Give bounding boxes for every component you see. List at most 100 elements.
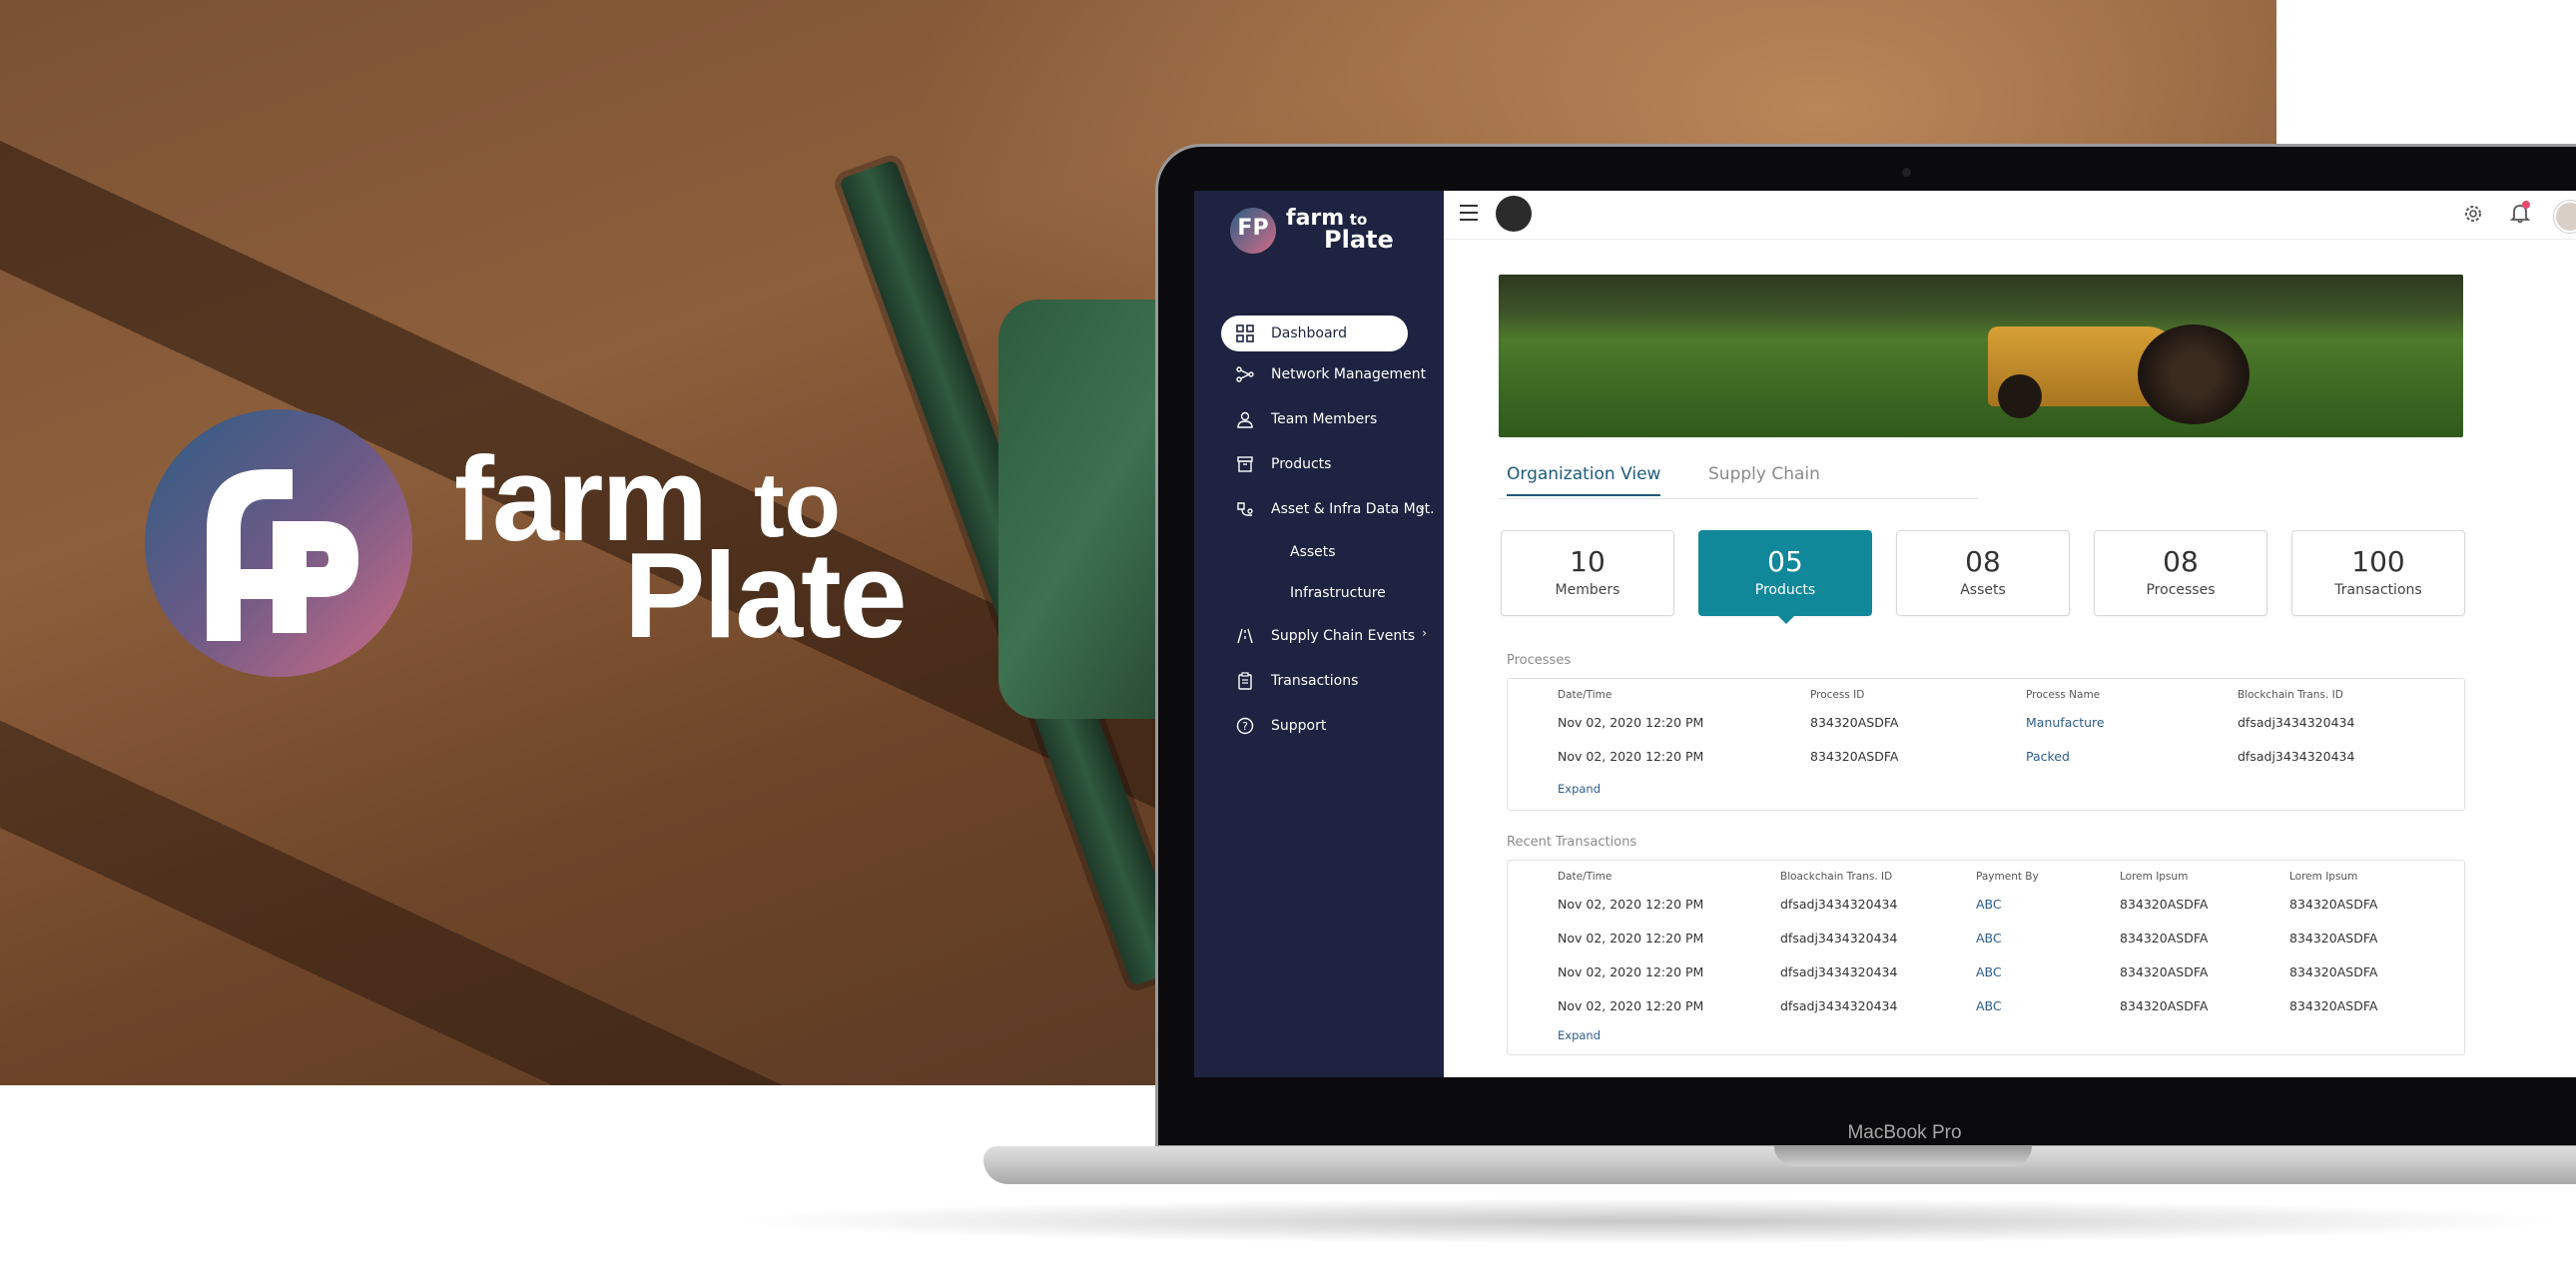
laptop-notch xyxy=(1774,1146,2032,1166)
camera-icon xyxy=(1902,168,1911,177)
table-cell: 834320ASDFA xyxy=(2289,998,2378,1013)
stat-value: 08 xyxy=(2163,545,2199,578)
sidebar-item-network-management[interactable]: Network Management xyxy=(1194,351,1444,396)
table-cell: dfsadj3434320434 xyxy=(1780,897,1898,912)
road-icon xyxy=(1234,625,1256,647)
stat-value: 10 xyxy=(1570,545,1606,578)
table-cell: Nov 02, 2020 12:20 PM xyxy=(1558,931,1704,946)
app-screen: FP farm to Plate Dashboard Network Manag… xyxy=(1194,191,2576,1077)
table-cell: 834320ASDFA xyxy=(2120,998,2209,1013)
hero-logo xyxy=(145,409,412,677)
payment-by-link[interactable]: ABC xyxy=(1976,931,2002,946)
column-header: Process ID xyxy=(1810,689,1865,701)
table-cell: 834320ASDFA xyxy=(2120,964,2209,979)
processes-expand-link[interactable]: Expand xyxy=(1558,782,1601,796)
sidebar-item-label: Transactions xyxy=(1271,672,1359,689)
sidebar-item-label: Products xyxy=(1271,455,1332,472)
sidebar-item-supply-chain-events[interactable]: Supply Chain Events › xyxy=(1194,613,1444,658)
table-cell: dfsadj3434320434 xyxy=(1780,931,1898,946)
sidebar-nav: Dashboard Network Management Team Member… xyxy=(1194,316,1444,748)
column-header: Date/Time xyxy=(1558,871,1612,883)
table-cell: dfsadj3434320434 xyxy=(2238,715,2355,730)
sidebar-item-dashboard[interactable]: Dashboard xyxy=(1221,316,1408,351)
chevron-right-icon[interactable]: › xyxy=(1422,626,1427,640)
sidebar-item-label: Support xyxy=(1271,717,1327,734)
table-cell: 834320ASDFA xyxy=(2120,897,2209,912)
tractor-rear-wheel xyxy=(2138,324,2250,424)
sidebar-subitem-assets[interactable]: Assets xyxy=(1194,531,1444,572)
svg-text:?: ? xyxy=(1242,720,1248,733)
grid-icon xyxy=(1234,322,1256,344)
sidebar-item-label: Supply Chain Events xyxy=(1271,627,1415,644)
fp-logo-mark-icon xyxy=(207,469,358,641)
stat-card-transactions[interactable]: 100 Transactions xyxy=(2291,530,2465,616)
sidebar-item-label: Network Management xyxy=(1271,365,1427,382)
sidebar-item-label: Asset & Infra Data Mgt. xyxy=(1271,500,1435,517)
process-name-link[interactable]: Packed xyxy=(2026,749,2070,764)
column-header: Lorem Ipsum xyxy=(2120,871,2189,883)
hero-word-plate: Plate xyxy=(624,527,908,663)
stat-label: Members xyxy=(1555,582,1620,598)
sidebar-item-products[interactable]: Products xyxy=(1194,441,1444,486)
transactions-expand-link[interactable]: Expand xyxy=(1558,1028,1601,1042)
tractor-front-wheel xyxy=(1998,374,2042,418)
sidebar-item-team-members[interactable]: Team Members xyxy=(1194,396,1444,441)
organization-avatar[interactable] xyxy=(1496,196,1532,232)
box-icon xyxy=(1234,453,1256,475)
table-cell: dfsadj3434320434 xyxy=(1780,964,1898,979)
sidebar-subitem-label: Assets xyxy=(1290,543,1336,560)
laptop-brand-label: MacBook Pro xyxy=(1847,1122,1962,1143)
table-cell: Nov 02, 2020 12:20 PM xyxy=(1558,715,1704,730)
view-tabs: Organization View Supply Chain xyxy=(1499,460,1978,499)
stat-label: Processes xyxy=(2146,582,2216,598)
table-cell: 834320ASDFA xyxy=(2289,964,2378,979)
payment-by-link[interactable]: ABC xyxy=(1976,897,2002,912)
transactions-table: Date/Time Bloackchain Trans. ID Payment … xyxy=(1507,860,2465,1055)
notification-badge xyxy=(2522,201,2530,209)
hamburger-menu-icon[interactable] xyxy=(1460,205,1478,221)
sidebar-item-label: Team Members xyxy=(1271,410,1378,427)
table-cell: 834320ASDFA xyxy=(1810,749,1899,764)
gear-icon[interactable] xyxy=(2462,203,2484,230)
sidebar-item-transactions[interactable]: Transactions xyxy=(1194,658,1444,703)
column-header: Blockchain Trans. ID xyxy=(2238,689,2343,701)
sidebar-subitem-infrastructure[interactable]: Infrastructure xyxy=(1194,572,1444,613)
table-cell: dfsadj3434320434 xyxy=(2238,749,2355,764)
sidebar: FP farm to Plate Dashboard Network Manag… xyxy=(1194,191,1444,1077)
sidebar-item-support[interactable]: ? Support xyxy=(1194,703,1444,748)
sidebar-item-label: Dashboard xyxy=(1271,325,1347,341)
stat-card-products[interactable]: 05 Products xyxy=(1698,530,1872,624)
payment-by-link[interactable]: ABC xyxy=(1976,998,2002,1013)
tab-supply-chain[interactable]: Supply Chain xyxy=(1708,464,1820,494)
stat-card-processes[interactable]: 08 Processes xyxy=(2094,530,2267,616)
stat-cards: 10 Members 05 Products 08 Assets 08 Proc… xyxy=(1501,530,2465,624)
process-name-link[interactable]: Manufacture xyxy=(2026,715,2105,730)
tab-organization-view[interactable]: Organization View xyxy=(1507,464,1661,496)
stat-label: Assets xyxy=(1960,582,2006,598)
table-cell: 834320ASDFA xyxy=(2120,931,2209,946)
chevron-down-icon[interactable]: ⌄ xyxy=(1417,499,1427,513)
sidebar-logo-icon[interactable]: FP xyxy=(1230,208,1276,254)
stat-label: Transactions xyxy=(2334,582,2422,598)
sidebar-brand-wordmark: farm to Plate xyxy=(1286,208,1394,253)
stat-card-assets[interactable]: 08 Assets xyxy=(1896,530,2070,616)
user-avatar[interactable] xyxy=(2554,201,2576,233)
table-cell: Nov 02, 2020 12:20 PM xyxy=(1558,964,1704,979)
sidebar-logo-letters: FP xyxy=(1237,216,1269,241)
payment-by-link[interactable]: ABC xyxy=(1976,964,2002,979)
hero-wordmark: farm to Plate xyxy=(454,439,954,656)
column-header: Process Name xyxy=(2026,689,2101,701)
processes-section-title: Processes xyxy=(1507,653,1572,668)
stat-value: 08 xyxy=(1965,545,2001,578)
stat-label: Products xyxy=(1754,582,1816,598)
table-cell: Nov 02, 2020 12:20 PM xyxy=(1558,897,1704,912)
transactions-section-title: Recent Transactions xyxy=(1507,835,1637,850)
sidebar-item-asset-infra[interactable]: Asset & Infra Data Mgt. ⌄ xyxy=(1194,486,1444,531)
stat-card-members[interactable]: 10 Members xyxy=(1501,530,1674,616)
table-cell: Nov 02, 2020 12:20 PM xyxy=(1558,749,1704,764)
column-header: Date/Time xyxy=(1558,689,1612,701)
clipboard-icon xyxy=(1234,670,1256,692)
table-cell: dfsadj3434320434 xyxy=(1780,998,1898,1013)
sidebar-subitem-label: Infrastructure xyxy=(1290,584,1386,601)
table-cell: 834320ASDFA xyxy=(1810,715,1899,730)
